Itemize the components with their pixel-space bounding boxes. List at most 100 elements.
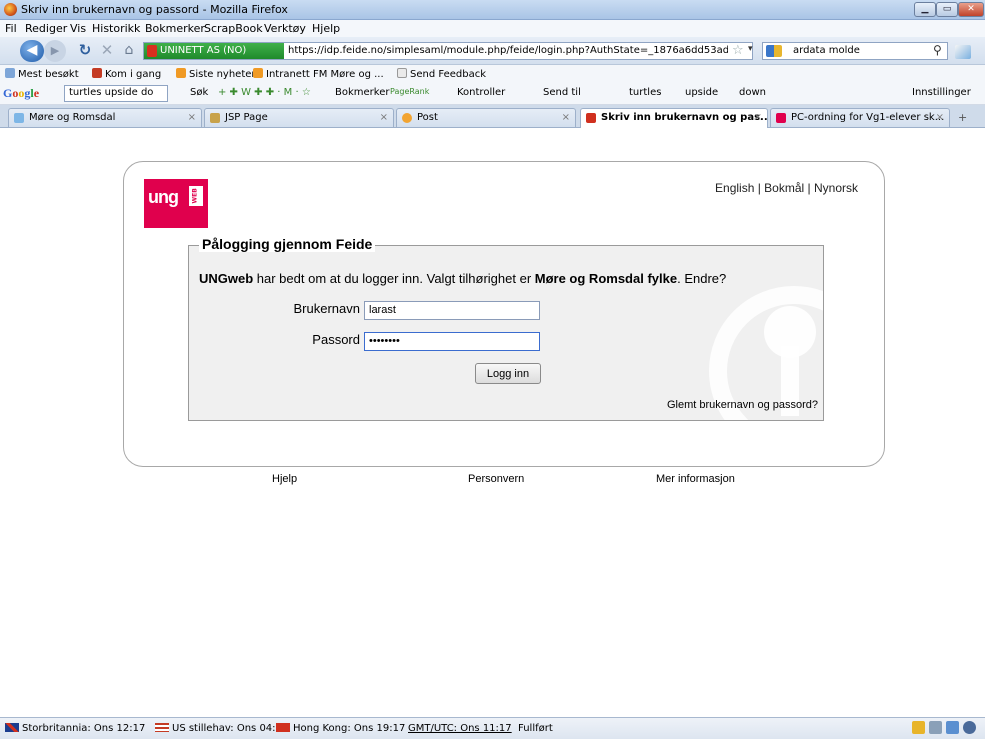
rss-icon bbox=[176, 68, 186, 78]
addon-status-icon[interactable] bbox=[929, 721, 942, 734]
uk-flag-icon bbox=[5, 723, 19, 732]
tab-favicon bbox=[776, 113, 786, 123]
google-logo[interactable]: Google bbox=[3, 86, 39, 101]
url-text[interactable]: https://idp.feide.no/simplesaml/module.p… bbox=[288, 45, 728, 56]
menu-bar: Fil Rediger Vis Historikk Bokmerker Scra… bbox=[0, 20, 985, 37]
username-label: Brukernavn bbox=[293, 301, 360, 316]
bookmark-most-visited[interactable]: Mest besøkt bbox=[5, 68, 79, 80]
home-icon: ⌂ bbox=[124, 42, 134, 58]
close-window-button[interactable]: ✕ bbox=[958, 2, 984, 17]
lock-icon[interactable] bbox=[912, 721, 925, 734]
tab-more-og-romsdal[interactable]: Møre og Romsdal × bbox=[8, 108, 202, 127]
toolbar-buttons-icon[interactable]: + ✚ W ✚ ✚ · M · ☆ bbox=[218, 87, 311, 98]
tab-close-icon[interactable]: × bbox=[188, 112, 196, 123]
rss-icon bbox=[253, 68, 263, 78]
highlight-upside[interactable]: upside bbox=[685, 87, 718, 98]
forgot-credentials-link[interactable]: Glemt brukernavn og passord? bbox=[667, 399, 818, 411]
highlight-down[interactable]: down bbox=[739, 87, 766, 98]
minimize-button[interactable]: ▁ bbox=[914, 2, 936, 17]
pagerank-indicator[interactable]: PageRank bbox=[390, 87, 429, 96]
back-button[interactable]: ◀ bbox=[20, 40, 44, 62]
menu-edit[interactable]: Rediger bbox=[25, 22, 67, 35]
tab-jsp-page[interactable]: JSP Page × bbox=[204, 108, 394, 127]
more-info-link[interactable]: Mer informasjon bbox=[656, 473, 735, 485]
tab-close-icon[interactable]: × bbox=[562, 112, 570, 123]
tab-favicon bbox=[402, 113, 412, 123]
forward-button[interactable]: ▶ bbox=[44, 40, 66, 62]
bookmark-intranet[interactable]: Intranett FM Møre og ... bbox=[253, 68, 384, 80]
google-settings-button[interactable]: Innstillinger bbox=[912, 87, 971, 98]
tab-feide-login[interactable]: Skriv inn brukernavn og pas... × bbox=[580, 108, 768, 128]
clock-utc[interactable]: GMT/UTC: Ons 11:17 bbox=[408, 723, 512, 734]
highlight-turtles[interactable]: turtles bbox=[629, 87, 661, 98]
clock-hong-kong[interactable]: Hong Kong: Ons 19:17 bbox=[276, 723, 405, 734]
login-info-text: UNGweb har bedt om at du logger inn. Val… bbox=[199, 271, 727, 286]
site-identity-badge[interactable]: UNINETT AS (NO) bbox=[144, 43, 284, 59]
page-info-icon[interactable] bbox=[946, 721, 959, 734]
google-toolbar: Google turtles upside do Søk + ✚ W ✚ ✚ ·… bbox=[0, 83, 985, 105]
menu-bookmarks[interactable]: Bokmerker bbox=[145, 22, 205, 35]
search-input[interactable]: ardata molde bbox=[793, 45, 860, 56]
reload-button[interactable]: ↻ bbox=[76, 40, 94, 62]
lang-bokmal[interactable]: Bokmål bbox=[764, 181, 804, 195]
google-bookmarks-button[interactable]: Bokmerker bbox=[335, 87, 389, 98]
us-flag-icon bbox=[155, 723, 169, 732]
bookmark-latest-news[interactable]: Siste nyheter bbox=[176, 68, 256, 80]
bookmark-icon bbox=[5, 68, 15, 78]
page-icon bbox=[397, 68, 407, 78]
menu-view[interactable]: Vis bbox=[70, 22, 86, 35]
search-engine-icon[interactable] bbox=[766, 45, 782, 57]
tab-close-icon[interactable]: × bbox=[380, 112, 388, 123]
tab-close-icon[interactable]: × bbox=[936, 112, 944, 123]
stop-button[interactable]: ✕ bbox=[98, 40, 116, 62]
tab-close-icon[interactable]: × bbox=[754, 112, 762, 123]
back-arrow-icon: ◀ bbox=[26, 42, 38, 58]
feide-login-fieldset: UNGweb har bedt om at du logger inn. Val… bbox=[188, 245, 824, 421]
url-bar[interactable]: UNINETT AS (NO) https://idp.feide.no/sim… bbox=[143, 42, 753, 60]
menu-tools[interactable]: Verktøy bbox=[264, 22, 306, 35]
ungweb-logo[interactable]: ung WEB bbox=[144, 179, 208, 228]
lang-english[interactable]: English bbox=[715, 181, 754, 195]
tab-post[interactable]: Post × bbox=[396, 108, 576, 127]
new-tab-button[interactable]: + bbox=[958, 111, 967, 124]
fieldset-legend: Pålogging gjennom Feide bbox=[199, 236, 376, 252]
google-search-button[interactable]: Søk bbox=[190, 87, 208, 98]
login-card: ung WEB English | Bokmål | Nynorsk UNGwe… bbox=[123, 161, 885, 467]
clock-us-pacific[interactable]: US stillehav: Ons 04:17 bbox=[155, 723, 288, 734]
send-to-button[interactable]: Send til bbox=[543, 87, 581, 98]
tab-favicon bbox=[210, 113, 220, 123]
addon-icon[interactable] bbox=[955, 45, 971, 59]
spellcheck-button[interactable]: Kontroller bbox=[457, 87, 505, 98]
clock-uk[interactable]: Storbritannia: Ons 12:17 bbox=[5, 723, 145, 734]
window-titlebar[interactable]: Skriv inn brukernavn og passord - Mozill… bbox=[0, 0, 985, 20]
lang-nynorsk[interactable]: Nynorsk bbox=[814, 181, 858, 195]
menu-history[interactable]: Historikk bbox=[92, 22, 140, 35]
bookmark-send-feedback[interactable]: Send Feedback bbox=[397, 68, 486, 80]
window-title: Skriv inn brukernavn og passord - Mozill… bbox=[21, 3, 288, 16]
language-selector: English | Bokmål | Nynorsk bbox=[715, 181, 858, 195]
help-link[interactable]: Hjelp bbox=[272, 473, 297, 485]
url-dropdown-icon[interactable]: ▾ bbox=[748, 44, 753, 54]
menu-file[interactable]: Fil bbox=[5, 22, 17, 35]
password-label: Passord bbox=[312, 332, 360, 347]
shield-icon[interactable] bbox=[963, 721, 976, 734]
home-button[interactable]: ⌂ bbox=[120, 40, 138, 62]
change-org-link[interactable]: Endre? bbox=[684, 271, 726, 286]
search-box[interactable]: ardata molde ⚲ bbox=[762, 42, 948, 60]
search-icon[interactable]: ⚲ bbox=[933, 43, 942, 57]
firefox-bookmark-icon bbox=[92, 68, 102, 78]
maximize-button[interactable]: ▭ bbox=[936, 2, 958, 17]
tab-favicon bbox=[586, 113, 596, 123]
bookmark-getting-started[interactable]: Kom i gang bbox=[92, 68, 161, 80]
bookmark-star-icon[interactable]: ☆ bbox=[732, 43, 744, 58]
tab-pc-ordning[interactable]: PC-ordning for Vg1-elever sk... × bbox=[770, 108, 950, 127]
page-content: ung WEB English | Bokmål | Nynorsk UNGwe… bbox=[0, 128, 985, 717]
privacy-link[interactable]: Personvern bbox=[468, 473, 524, 485]
login-button[interactable]: Logg inn bbox=[475, 363, 541, 384]
menu-help[interactable]: Hjelp bbox=[312, 22, 340, 35]
google-search-input[interactable]: turtles upside do bbox=[64, 85, 168, 102]
navigation-toolbar: ◀ ▶ ↻ ✕ ⌂ UNINETT AS (NO) https://idp.fe… bbox=[0, 37, 985, 65]
password-field[interactable]: •••••••• bbox=[364, 332, 540, 351]
menu-scrapbook[interactable]: ScrapBook bbox=[204, 22, 263, 35]
username-field[interactable]: larast bbox=[364, 301, 540, 320]
